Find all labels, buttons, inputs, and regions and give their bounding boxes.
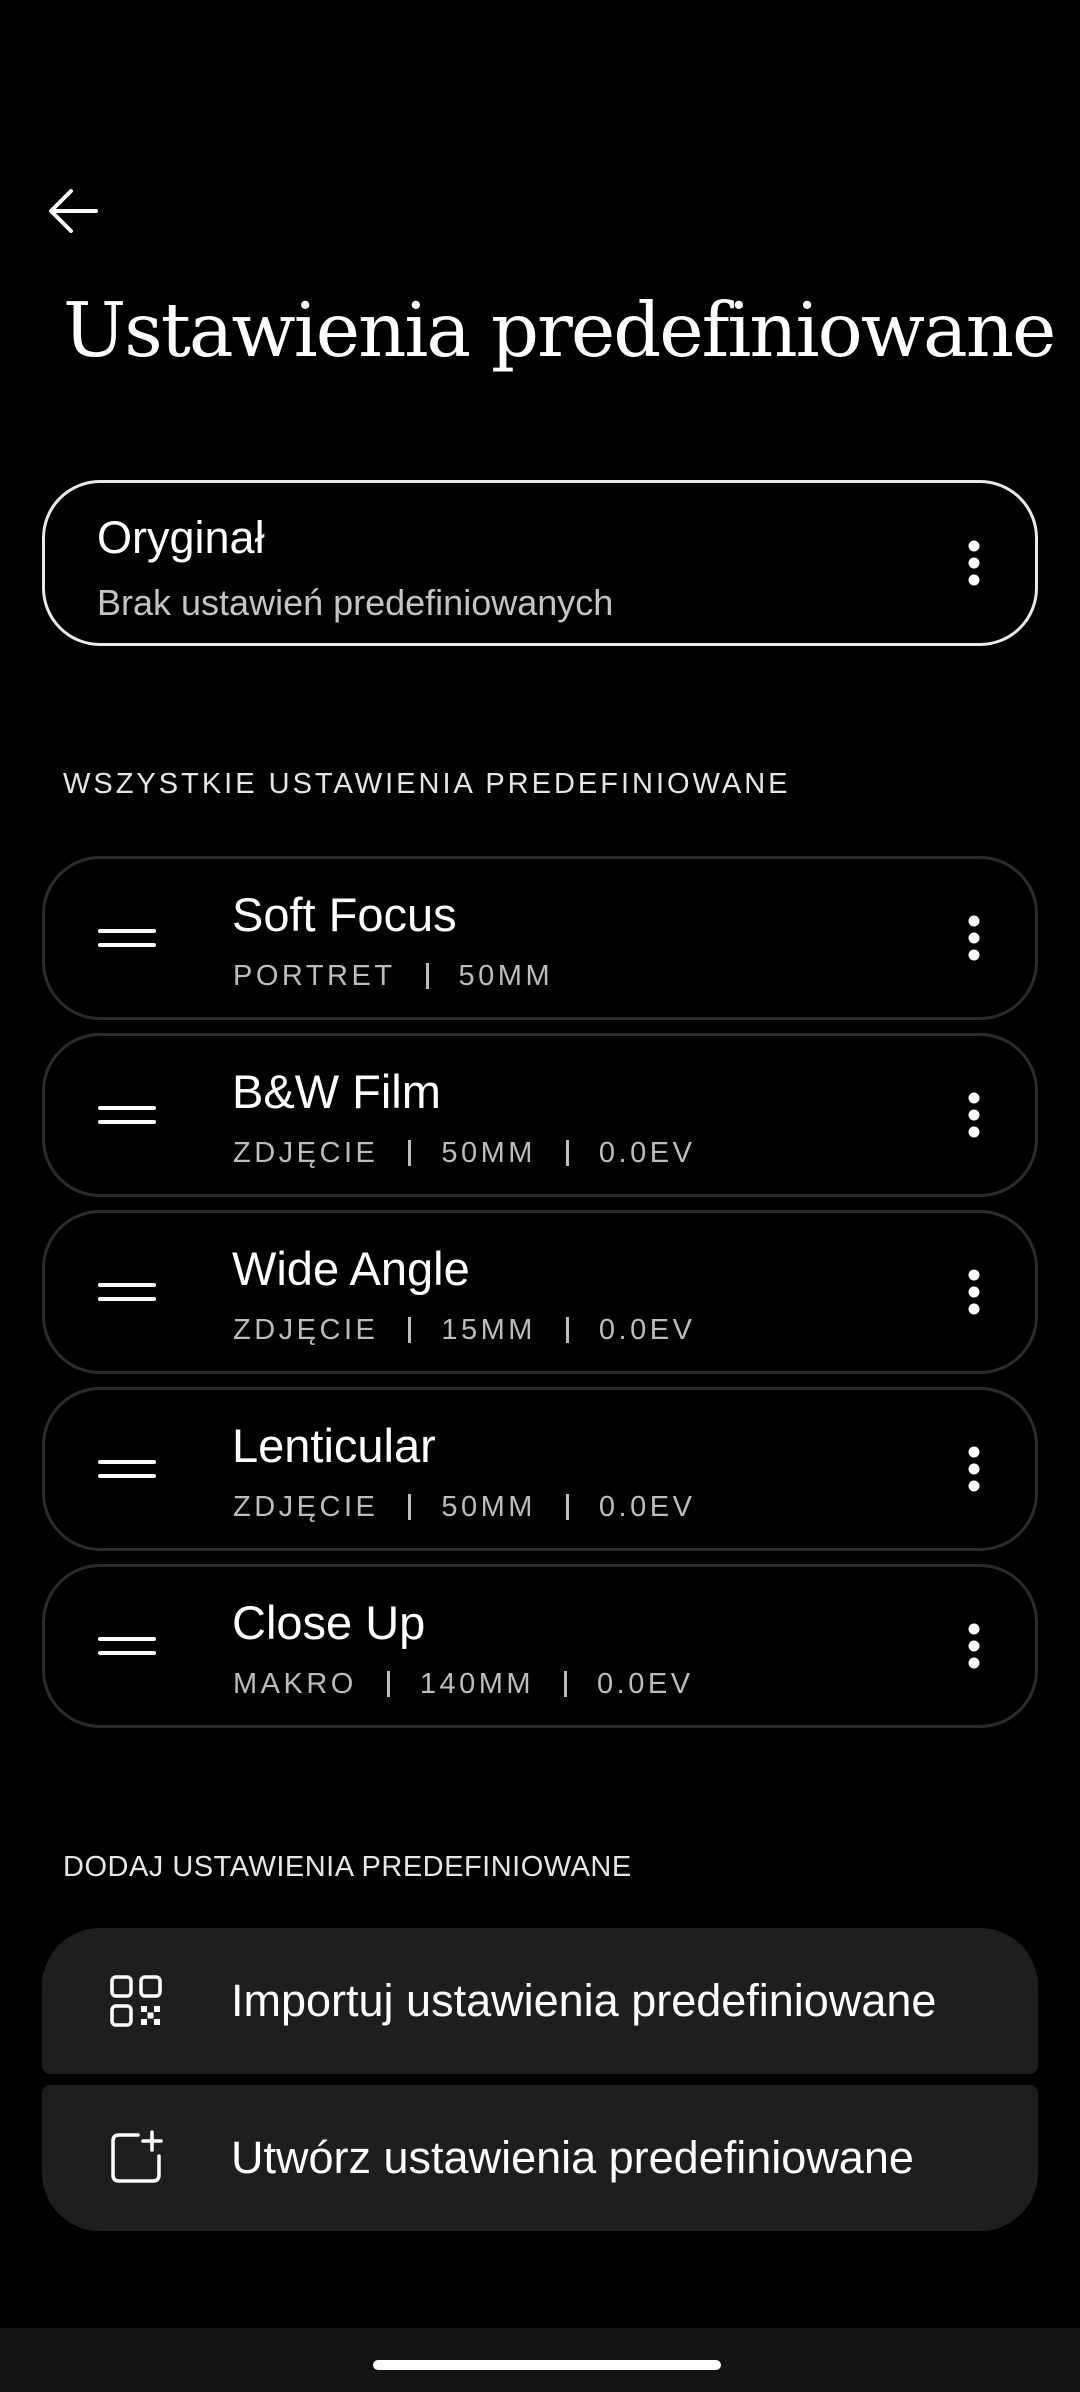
- meta-separator: [386, 1671, 390, 1697]
- preset-menu-button[interactable]: [939, 1247, 1009, 1337]
- qr-code-icon: [110, 1975, 162, 2027]
- more-vertical-icon: [968, 540, 980, 586]
- preset-menu-button[interactable]: [939, 893, 1009, 983]
- preset-item[interactable]: Soft Focus PORTRET 50MM: [42, 856, 1038, 1020]
- meta-separator: [564, 1671, 568, 1697]
- add-box-icon: [111, 2130, 163, 2183]
- home-indicator[interactable]: [373, 2360, 721, 2370]
- preset-meta: PORTRET 50MM: [233, 959, 553, 993]
- preset-item[interactable]: Wide Angle ZDJĘCIE 15MM 0.0EV: [42, 1210, 1038, 1374]
- preset-focal-length: 50MM: [441, 1491, 536, 1523]
- preset-item[interactable]: B&W Film ZDJĘCIE 50MM 0.0EV: [42, 1033, 1038, 1197]
- preset-name: Wide Angle: [232, 1242, 470, 1295]
- preset-name: B&W Film: [232, 1065, 441, 1118]
- preset-item[interactable]: Lenticular ZDJĘCIE 50MM 0.0EV: [42, 1387, 1038, 1551]
- meta-separator: [408, 1317, 412, 1343]
- back-button[interactable]: [40, 178, 106, 244]
- create-preset-label: Utwórz ustawienia predefiniowane: [231, 2132, 914, 2183]
- meta-separator: [425, 963, 429, 989]
- meta-separator: [565, 1317, 569, 1343]
- preset-name: Lenticular: [232, 1419, 436, 1472]
- import-presets-button[interactable]: Importuj ustawienia predefiniowane: [42, 1928, 1038, 2074]
- preset-menu-button[interactable]: [939, 1601, 1009, 1691]
- drag-handle-icon[interactable]: [95, 916, 159, 960]
- preset-menu-button[interactable]: [939, 1070, 1009, 1160]
- preset-list: Soft Focus PORTRET 50MM B&W Film ZDJĘCIE…: [42, 856, 1038, 1741]
- add-presets-section-label: DODAJ USTAWIENIA PREDEFINIOWANE: [63, 1851, 632, 1883]
- original-preset-subtitle: Brak ustawień predefiniowanych: [97, 582, 614, 623]
- preset-meta: ZDJĘCIE 15MM 0.0EV: [233, 1313, 695, 1347]
- preset-exposure: 0.0EV: [597, 1668, 694, 1700]
- drag-handle-icon[interactable]: [95, 1624, 159, 1668]
- drag-handle-icon[interactable]: [95, 1270, 159, 1314]
- preset-mode: PORTRET: [233, 960, 396, 992]
- preset-mode: ZDJĘCIE: [233, 1137, 379, 1169]
- meta-separator: [408, 1140, 412, 1166]
- preset-exposure: 0.0EV: [598, 1314, 696, 1346]
- drag-handle-icon[interactable]: [95, 1447, 159, 1491]
- meta-separator: [565, 1140, 569, 1166]
- drag-handle-icon[interactable]: [95, 1093, 159, 1137]
- import-presets-label: Importuj ustawienia predefiniowane: [231, 1975, 937, 2026]
- preset-mode: MAKRO: [233, 1668, 357, 1700]
- more-vertical-icon: [968, 1446, 980, 1492]
- preset-mode: ZDJĘCIE: [233, 1491, 379, 1523]
- meta-separator: [408, 1494, 412, 1520]
- page-title: Ustawienia predefiniowane: [63, 286, 1056, 374]
- preset-mode: ZDJĘCIE: [233, 1314, 379, 1346]
- preset-focal-length: 50MM: [458, 960, 554, 992]
- preset-focal-length: 15MM: [441, 1314, 536, 1346]
- preset-name: Close Up: [232, 1596, 426, 1649]
- preset-exposure: 0.0EV: [598, 1491, 696, 1523]
- original-preset-title: Oryginał: [97, 512, 265, 563]
- original-menu-button[interactable]: [939, 518, 1009, 608]
- original-preset-card[interactable]: Oryginał Brak ustawień predefiniowanych: [42, 480, 1038, 646]
- preset-focal-length: 50MM: [441, 1137, 536, 1169]
- more-vertical-icon: [968, 1623, 980, 1669]
- preset-meta: ZDJĘCIE 50MM 0.0EV: [233, 1490, 695, 1524]
- meta-separator: [565, 1494, 569, 1520]
- more-vertical-icon: [968, 915, 980, 961]
- all-presets-section-label: WSZYSTKIE USTAWIENIA PREDEFINIOWANE: [63, 768, 791, 800]
- preset-item[interactable]: Close Up MAKRO 140MM 0.0EV: [42, 1564, 1038, 1728]
- preset-menu-button[interactable]: [939, 1424, 1009, 1514]
- preset-meta: MAKRO 140MM 0.0EV: [233, 1667, 694, 1701]
- arrow-left-icon: [49, 189, 98, 233]
- create-preset-button[interactable]: Utwórz ustawienia predefiniowane: [42, 2085, 1038, 2231]
- preset-meta: ZDJĘCIE 50MM 0.0EV: [233, 1136, 695, 1170]
- preset-focal-length: 140MM: [419, 1668, 535, 1700]
- more-vertical-icon: [968, 1269, 980, 1315]
- preset-exposure: 0.0EV: [598, 1137, 696, 1169]
- preset-name: Soft Focus: [232, 888, 457, 941]
- more-vertical-icon: [968, 1092, 980, 1138]
